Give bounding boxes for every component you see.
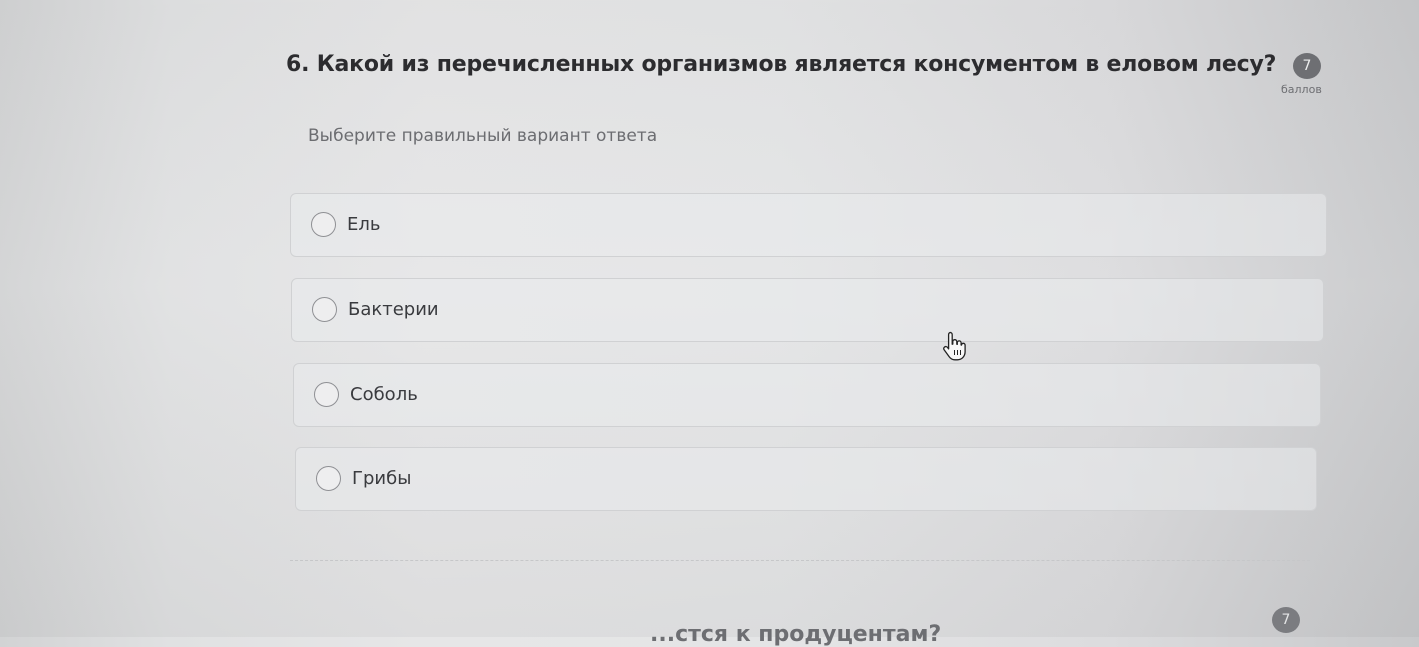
next-question-points-badge: 7 — [1272, 607, 1300, 633]
points-label: баллов — [1281, 83, 1322, 96]
answer-instruction: Выберите правильный вариант ответа — [308, 126, 658, 146]
question-divider — [290, 560, 1310, 561]
next-question-title: ...стся к продуцентам? — [650, 622, 942, 647]
points-badge: 7 — [1293, 53, 1321, 79]
question-title: 6. Какой из перечисленных организмов явл… — [286, 52, 1277, 77]
radio-circle-icon[interactable] — [312, 297, 337, 322]
radio-circle-icon[interactable] — [316, 466, 341, 491]
answer-option-label: Грибы — [352, 468, 412, 489]
radio-circle-icon[interactable] — [314, 382, 339, 407]
answer-option-label: Бактерии — [348, 299, 439, 320]
answer-option-bacteria[interactable]: Бактерии — [291, 278, 1324, 342]
answer-option-label: Соболь — [350, 384, 418, 405]
radio-circle-icon[interactable] — [311, 212, 336, 237]
answer-option-sable[interactable]: Соболь — [293, 363, 1321, 427]
answer-option-label: Ель — [347, 214, 381, 235]
hand-pointer-icon — [943, 331, 966, 361]
answer-option-el[interactable]: Ель — [290, 193, 1327, 257]
answer-option-fungi[interactable]: Грибы — [295, 447, 1317, 511]
